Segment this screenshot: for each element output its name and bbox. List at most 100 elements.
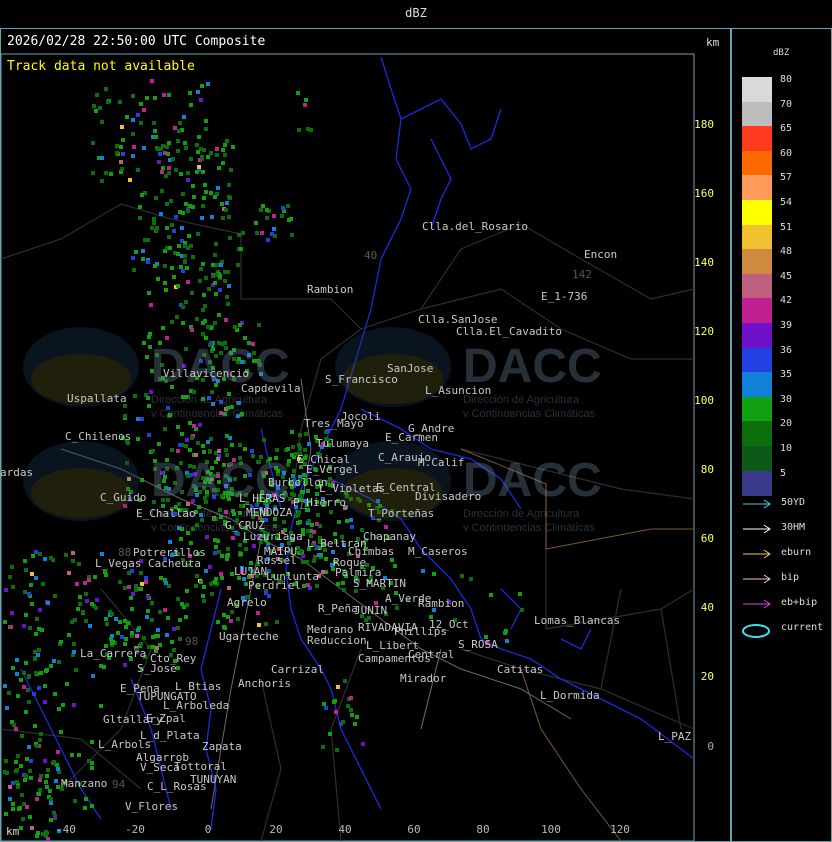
echo-pixel <box>61 703 65 707</box>
place-label: LUJAN <box>234 565 268 578</box>
echo-pixel <box>265 208 269 212</box>
echo-pixel <box>335 748 339 752</box>
echo-pixel <box>65 682 69 686</box>
echo-pixel <box>223 279 227 283</box>
place-label: Agrelo <box>227 596 267 609</box>
echo-pixel <box>184 146 188 150</box>
echo-pixel <box>45 785 49 789</box>
echo-pixel <box>270 232 274 236</box>
echo-pixel <box>31 554 35 558</box>
echo-pixel <box>211 274 215 278</box>
echo-pixel <box>186 280 190 284</box>
place-label: Divisadero <box>415 490 482 503</box>
echo-pixel <box>238 543 242 547</box>
place-label: Manzano <box>61 777 108 790</box>
echo-pixel <box>56 750 60 754</box>
echo-pixel <box>90 602 94 606</box>
echo-pixel <box>318 524 322 528</box>
place-label: Ugarteche <box>219 630 279 643</box>
echo-pixel <box>16 694 20 698</box>
echo-pixel <box>35 617 39 621</box>
echo-pixel <box>324 557 328 561</box>
echo-pixel <box>36 831 40 835</box>
echo-pixel <box>22 671 26 675</box>
echo-pixel <box>184 615 188 619</box>
echo-pixel <box>204 276 208 280</box>
echo-pixel <box>172 275 176 279</box>
x-tick: -20 <box>125 823 145 836</box>
echo-pixel <box>158 610 162 614</box>
echo-pixel <box>120 635 124 639</box>
echo-pixel <box>146 260 150 264</box>
echo-pixel <box>155 146 159 150</box>
watermark-caption: y Contingencias Climáticas <box>463 408 596 417</box>
echo-pixel <box>145 615 149 619</box>
echo-pixel <box>261 204 265 208</box>
echo-pixel <box>316 513 320 517</box>
echo-pixel <box>87 759 91 763</box>
place-label: P_Hierro <box>293 496 346 509</box>
echo-pixel <box>163 264 167 268</box>
echo-pixel <box>24 710 28 714</box>
place-label: Capdevila <box>241 382 301 395</box>
echo-pixel <box>252 544 256 548</box>
echo-pixel <box>29 776 33 780</box>
echo-pixel <box>200 84 204 88</box>
echo-pixel <box>176 284 180 288</box>
echo-pixel <box>306 127 310 131</box>
echo-pixel <box>176 139 180 143</box>
echo-pixel <box>85 599 89 603</box>
echo-pixel <box>123 663 127 667</box>
echo-pixel <box>150 601 154 605</box>
echo-pixel <box>173 126 177 130</box>
echo-pixel <box>95 598 99 602</box>
echo-pixel <box>5 706 9 710</box>
echo-pixel <box>49 818 53 822</box>
echo-pixel <box>4 812 8 816</box>
arrow-icon <box>743 574 771 584</box>
place-label: Zapata <box>202 740 242 753</box>
echo-pixel <box>167 235 171 239</box>
echo-pixel <box>286 204 290 208</box>
echo-pixel <box>25 805 29 809</box>
echo-pixel <box>321 745 325 749</box>
echo-pixel <box>4 588 8 592</box>
echo-pixel <box>183 141 187 145</box>
echo-pixel <box>19 764 23 768</box>
place-label: 88 <box>118 546 132 559</box>
echo-pixel <box>201 204 205 208</box>
echo-pixel <box>219 263 223 267</box>
echo-pixel <box>53 692 57 696</box>
echo-pixel <box>37 686 41 690</box>
echo-pixel <box>244 547 248 551</box>
place-label: M.Calif <box>418 456 465 469</box>
place-label: Tottoral <box>174 760 227 773</box>
echo-pixel <box>165 202 169 206</box>
place-label: Chapanay <box>363 530 416 543</box>
echo-pixel <box>185 589 189 593</box>
echo-pixel <box>110 612 114 616</box>
arrow-icon <box>743 524 771 534</box>
echo-pixel <box>199 267 203 271</box>
echo-pixel <box>216 539 220 543</box>
legend-level-label: 80 <box>780 74 793 85</box>
echo-pixel <box>204 119 208 123</box>
echo-pixel <box>138 205 142 209</box>
echo-pixel <box>197 135 201 139</box>
echo-pixel <box>220 202 224 206</box>
y-tick: 100 <box>694 394 714 407</box>
echo-pixel <box>53 594 57 598</box>
echo-pixel <box>38 788 42 792</box>
echo-pixel <box>11 781 15 785</box>
echo-pixel <box>3 770 7 774</box>
legend-level-label: 5 <box>780 467 787 479</box>
echo-pixel <box>95 93 99 97</box>
echo-pixel <box>201 594 205 598</box>
echo-pixel <box>27 675 31 679</box>
x-tick: 0 <box>204 823 212 836</box>
echo-pixel <box>226 547 230 551</box>
echo-pixel <box>43 557 47 561</box>
echo-pixel <box>11 807 15 811</box>
echo-pixel <box>15 672 19 676</box>
echo-pixel <box>306 529 310 533</box>
